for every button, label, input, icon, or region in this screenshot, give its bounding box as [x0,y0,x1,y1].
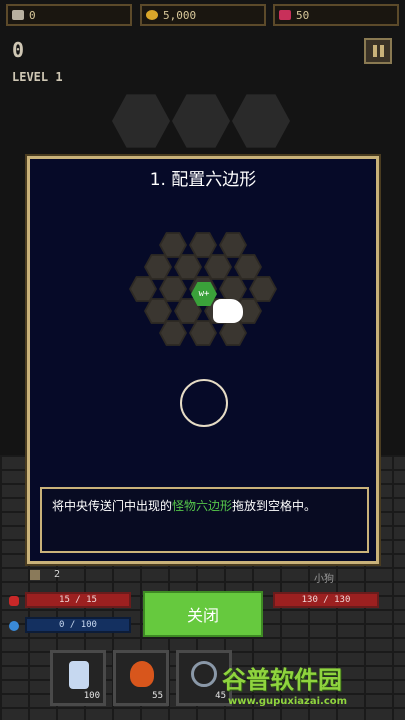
pause-icon [373,45,377,57]
watermark-url: www.gupuxiazai.com [228,696,348,707]
bag-icon [30,570,40,580]
score: 0 [12,38,25,62]
instruction-highlight: 怪物六边形 [172,499,233,513]
potion-cost: 100 [83,691,100,701]
potion-icon [69,661,89,689]
portal-circle [180,379,228,427]
skull-icon [12,10,24,20]
pet-hp-bar: 130 / 130 [273,592,379,608]
instruction-text-start: 将中央传送门中出现的 [52,499,173,513]
gem-icon [279,10,291,20]
level-label: LEVEL 1 [12,70,63,84]
mana-bar: 0 / 100 [25,617,131,633]
skull-counter: 0 [6,4,132,26]
potion-slot[interactable]: 100 [50,650,106,706]
gold-coin-icon [146,10,158,20]
gem-counter: 50 [273,4,399,26]
skull-count: 0 [29,8,36,22]
drag-hand-icon [213,299,243,323]
tutorial-modal: 1. 配置六边形 w+ 将中央传送门中出现的怪物六边形拖放到空格中。 [27,156,379,564]
fire-icon [130,661,154,687]
monster-hex-label: w+ [198,289,210,299]
gold-count: 5,000 [163,8,197,22]
bag-count: 2 [54,569,61,580]
pet-name: 小狗 [314,574,334,585]
shield-icon [191,661,217,687]
close-button[interactable]: 关闭 [143,591,263,637]
watermark: 谷普软件园 [222,666,342,694]
mana-icon [9,621,19,631]
hp-bar: 15 / 15 [25,592,131,608]
gold-counter: 5,000 [140,4,266,26]
instruction-text-end: 拖放到空格中。 [232,499,317,513]
heart-icon [9,596,19,606]
modal-title: 1. 配置六边形 [149,170,257,190]
gem-count: 50 [296,8,310,22]
fire-cost: 55 [152,691,163,701]
pause-button[interactable] [364,38,392,64]
fire-slot[interactable]: 55 [113,650,169,706]
instruction-box: 将中央传送门中出现的怪物六边形拖放到空格中。 [40,487,369,553]
